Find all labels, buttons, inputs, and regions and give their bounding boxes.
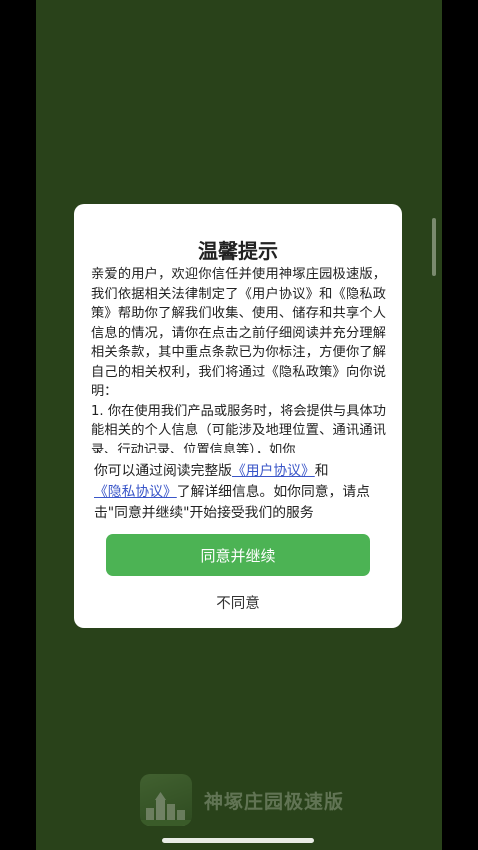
notice-prefix: 你可以通过阅读完整版	[94, 463, 232, 479]
terms-paragraph: 1. 你在使用我们产品或服务时，将会提供与具体功能相关的个人信息（可能涉及地理位…	[91, 403, 386, 454]
notice-and: 和	[314, 463, 329, 479]
app-screen: 神塚庄园极速版 温馨提示 亲爱的用户，欢迎你信任并使用神塚庄园极速版，我们依据相…	[36, 0, 442, 850]
terms-paragraph: 亲爱的用户，欢迎你信任并使用神塚庄园极速版，我们依据相关法律制定了《用户协议》和…	[91, 267, 386, 399]
terms-body[interactable]: 亲爱的用户，欢迎你信任并使用神塚庄园极速版，我们依据相关法律制定了《用户协议》和…	[91, 265, 386, 453]
user-agreement-link[interactable]: 《用户协议》	[232, 463, 315, 479]
disagree-button[interactable]: 不同意	[188, 588, 288, 616]
agreement-notice: 你可以通过阅读完整版《用户协议》和 《隐私协议》了解详细信息。如你同意，请点击"同…	[94, 461, 384, 524]
agree-continue-button[interactable]: 同意并继续	[106, 534, 370, 576]
app-logo-icon	[140, 774, 192, 826]
splash-app-name: 神塚庄园极速版	[204, 790, 345, 813]
privacy-agreement-link[interactable]: 《隐私协议》	[94, 484, 177, 500]
splash-brand: 神塚庄园极速版	[140, 774, 344, 826]
scroll-indicator	[432, 218, 436, 276]
dialog-title: 温馨提示	[198, 239, 278, 263]
home-indicator[interactable]	[162, 838, 314, 843]
privacy-dialog: 温馨提示 亲爱的用户，欢迎你信任并使用神塚庄园极速版，我们依据相关法律制定了《用…	[74, 204, 402, 628]
